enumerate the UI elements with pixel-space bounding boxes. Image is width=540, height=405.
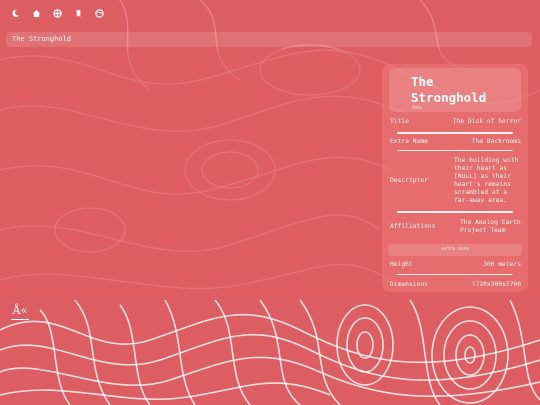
infobox-label: Descriptor — [390, 177, 428, 184]
logo-mark: Å« — [12, 304, 28, 317]
infobox-label: Title — [390, 118, 409, 125]
top-toolbar — [0, 0, 540, 26]
infobox-row-dimensions: Dimensions 1720x300x1700 — [387, 278, 523, 292]
infobox: The Stronghold Info Title The Disk of ho… — [382, 64, 528, 292]
divider — [397, 149, 513, 151]
infobox-row-extra-name: Extra Name The Backrooms — [387, 134, 523, 150]
divider — [397, 273, 513, 275]
breadcrumb: The Stronghold — [6, 32, 532, 47]
infobox-row-height: Height 300 meters — [387, 260, 523, 270]
home-icon[interactable] — [29, 6, 44, 21]
infobox-label: Dimensions — [390, 281, 428, 288]
infobox-title: The Stronghold — [411, 74, 487, 105]
globe-icon[interactable] — [92, 6, 107, 21]
infobox-value: The Backrooms — [471, 137, 521, 145]
infobox-label: Extra Name — [390, 137, 428, 145]
infobox-value: The Analog Earth Project Team — [460, 218, 521, 234]
divider — [397, 211, 513, 213]
infobox-value: 300 meters — [483, 260, 521, 268]
logo-underline — [11, 319, 29, 320]
infobox-row-descriptor: Descriptor The building with their heart… — [387, 151, 523, 211]
infobox-label: Height — [390, 260, 413, 268]
extra-info-header: extra info — [388, 243, 522, 256]
moon-icon[interactable] — [8, 6, 23, 21]
divider — [397, 132, 513, 134]
footer-logo[interactable]: Å« — [11, 305, 29, 320]
infobox-value: The building with their heart as [NULL] … — [454, 157, 519, 204]
bookmark-icon[interactable] — [71, 6, 86, 21]
infobox-subtitle: Info — [412, 105, 422, 110]
infobox-header: The Stronghold Info — [389, 68, 521, 112]
infobox-value: The Disk of horror — [452, 118, 521, 125]
grid-icon[interactable] — [50, 6, 65, 21]
infobox-label: Affiliations — [390, 222, 436, 230]
infobox-row-title: Title The Disk of horror — [387, 112, 523, 132]
infobox-value: 1720x300x1700 — [471, 281, 521, 288]
infobox-row-affiliations: Affiliations The Analog Earth Project Te… — [387, 213, 523, 241]
